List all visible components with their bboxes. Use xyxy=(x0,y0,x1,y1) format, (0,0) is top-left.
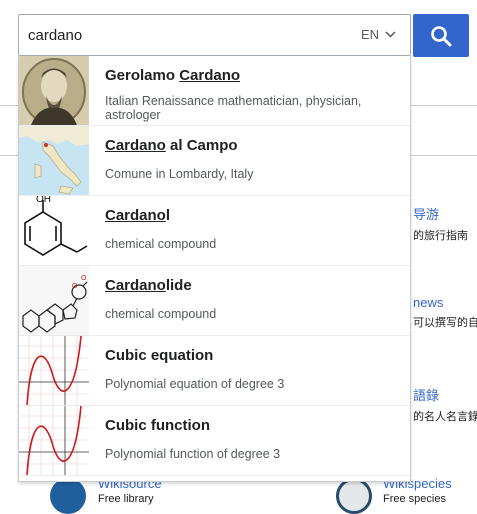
bg-project-subtitle: Free species xyxy=(383,493,446,505)
chevron-down-icon[interactable] xyxy=(385,31,396,38)
bg-project-subtitle: Free library xyxy=(98,493,154,505)
title-text: Gerolamo xyxy=(105,67,180,84)
title-text: Cubic function xyxy=(105,417,210,434)
title-text: al Campo xyxy=(165,137,238,154)
map-thumbnail xyxy=(19,126,89,195)
suggestion-description: Comune in Lombardy, Italy xyxy=(105,167,254,181)
suggestion-title[interactable]: Cardanolide xyxy=(105,277,192,294)
suggestion-description: Italian Renaissance mathematician, physi… xyxy=(105,94,362,122)
bg-project-subtitle: 的名人名言錄 xyxy=(413,411,477,423)
suggestion-item[interactable]: Cubic function Polynomial function of de… xyxy=(19,406,410,476)
language-label[interactable]: EN xyxy=(361,27,379,42)
suggestion-description: chemical compound xyxy=(105,237,217,251)
graph-thumbnail xyxy=(19,406,89,475)
svg-text:OH: OH xyxy=(36,196,51,205)
bg-project-subtitle: 可以撰写的自 xyxy=(413,317,477,329)
title-text: lide xyxy=(165,277,192,294)
bg-project-subtitle: 的旅行指南 xyxy=(413,230,468,242)
wikisource-logo[interactable] xyxy=(50,478,86,514)
suggestion-title[interactable]: Cubic equation xyxy=(105,347,213,364)
search-box[interactable]: EN xyxy=(18,14,411,56)
bg-project-title[interactable]: 导游 xyxy=(413,204,468,223)
svg-text:O: O xyxy=(81,275,87,282)
suggestion-description: chemical compound xyxy=(105,307,217,321)
suggestion-title[interactable]: Cardano al Campo xyxy=(105,137,238,154)
molecule-thumbnail: O O xyxy=(19,266,89,335)
title-match-text: Cardano xyxy=(179,67,241,84)
bg-project-wikinews[interactable]: news 可以撰写的自 xyxy=(413,295,477,330)
svg-text:O: O xyxy=(72,283,78,290)
graph-thumbnail xyxy=(19,336,89,405)
suggestion-item[interactable]: Gerolamo Cardano Italian Renaissance mat… xyxy=(19,56,410,126)
suggestion-item[interactable]: Cubic equation Polynomial equation of de… xyxy=(19,336,410,406)
bg-project-title[interactable]: 語錄 xyxy=(413,385,477,404)
title-match-text: Cardano xyxy=(105,137,166,154)
portrait-thumbnail xyxy=(19,56,89,125)
suggestion-description: Polynomial function of degree 3 xyxy=(105,447,281,461)
suggestion-item[interactable]: Cardano al Campo Comune in Lombardy, Ita… xyxy=(19,126,410,196)
search-icon[interactable] xyxy=(430,25,452,47)
suggestion-description: Polynomial equation of degree 3 xyxy=(105,377,285,391)
title-text: Cubic equation xyxy=(105,347,214,364)
wikispecies-logo[interactable] xyxy=(336,478,372,514)
search-button[interactable] xyxy=(413,14,469,57)
suggestion-item[interactable]: OH Cardanol chemical compound xyxy=(19,196,410,266)
molecule-thumbnail: OH xyxy=(19,196,89,265)
title-match-text: Cardano xyxy=(105,277,166,294)
suggestion-title[interactable]: Gerolamo Cardano xyxy=(105,67,240,84)
bg-project-title[interactable]: news xyxy=(413,295,477,310)
language-selector[interactable]: EN xyxy=(361,27,396,42)
bg-project-wikivoyage[interactable]: 导游 的旅行指南 xyxy=(413,204,468,243)
search-suggestions: Gerolamo Cardano Italian Renaissance mat… xyxy=(18,56,411,482)
search-input[interactable] xyxy=(19,15,348,55)
suggestion-title[interactable]: Cubic function xyxy=(105,417,210,434)
title-match-text: Cardano xyxy=(105,207,166,224)
bg-project-wikiquote[interactable]: 語錄 的名人名言錄 xyxy=(413,385,477,424)
title-text: l xyxy=(165,207,171,224)
suggestion-title[interactable]: Cardanol xyxy=(105,207,170,224)
suggestion-item[interactable]: O O Cardanolide chemical compound xyxy=(19,266,410,336)
